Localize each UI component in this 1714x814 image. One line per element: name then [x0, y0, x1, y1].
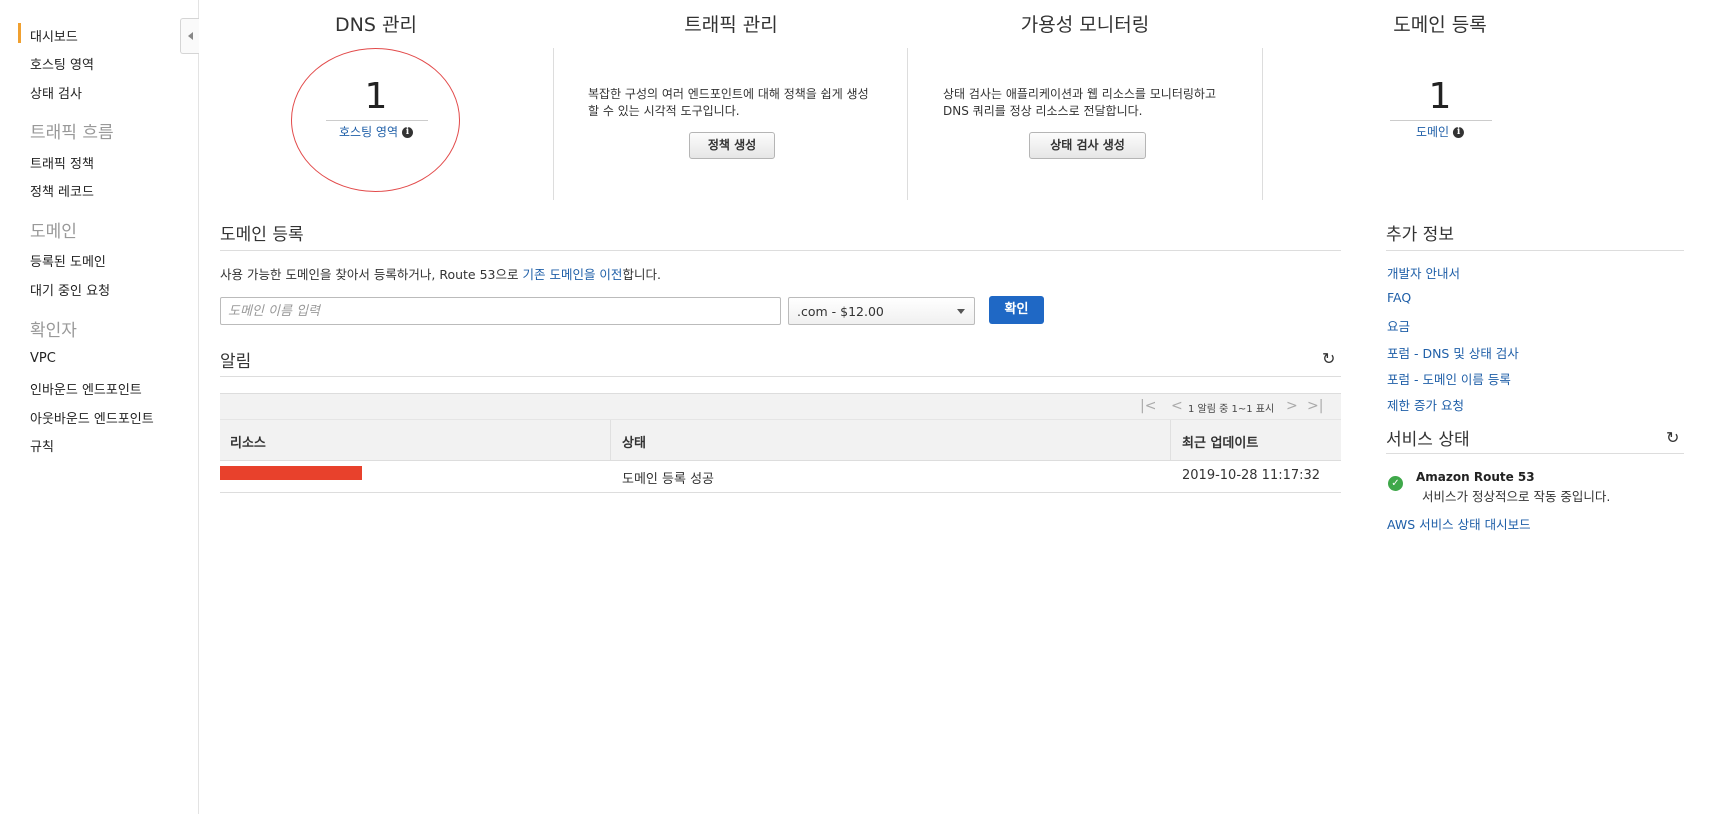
column-divider	[1170, 420, 1171, 460]
developer-guide-link[interactable]: 개발자 안내서	[1387, 263, 1460, 282]
sidebar-item-dashboard[interactable]: 대시보드	[18, 23, 78, 45]
intro-text-end: 합니다.	[622, 267, 661, 282]
table-row: 도메인 등록 성공 2019-10-28 11:17:32	[220, 460, 1341, 493]
domain-registration-intro: 사용 가능한 도메인을 찾아서 등록하거나, Route 53으로 기존 도메인…	[220, 264, 661, 283]
sidebar-item-rules[interactable]: 규칙	[30, 436, 54, 455]
intro-text: 사용 가능한 도메인을 찾아서 등록하거나, Route 53으로	[220, 267, 523, 282]
pager-text: 1 알림 중 1~1 표시	[1188, 404, 1275, 415]
transfer-domain-link[interactable]: 기존 도메인을 이전	[522, 267, 622, 282]
sidebar-item-registered-domains[interactable]: 등록된 도메인	[30, 251, 106, 270]
card-title-dns: DNS 관리	[335, 14, 417, 36]
sidebar-heading-domains: 도메인	[30, 222, 77, 242]
card-title-availability: 가용성 모니터링	[1020, 14, 1150, 36]
pricing-link[interactable]: 요금	[1387, 316, 1410, 335]
next-page-icon[interactable]: >	[1286, 398, 1298, 414]
sidebar-item-traffic-policies[interactable]: 트래픽 정책	[30, 153, 94, 172]
refresh-alerts-icon[interactable]: ↻	[1322, 349, 1335, 368]
column-divider	[610, 420, 611, 460]
section-divider	[1386, 250, 1684, 251]
sidebar-item-hosted-zones[interactable]: 호스팅 영역	[30, 54, 94, 73]
sidebar-item-inbound-endpoints[interactable]: 인바운드 엔드포인트	[30, 379, 142, 398]
alerts-pager: |< < 1 알림 중 1~1 표시 > >|	[220, 393, 1341, 420]
section-divider	[220, 250, 1341, 251]
check-icon: ✓	[1388, 476, 1403, 491]
sidebar-item-health-checks[interactable]: 상태 검사	[30, 83, 82, 102]
prev-page-icon[interactable]: <	[1171, 398, 1183, 414]
sidebar-item-vpc[interactable]: VPC	[30, 351, 56, 366]
first-page-icon[interactable]: |<	[1140, 398, 1156, 414]
section-divider	[1386, 453, 1684, 454]
sidebar-heading-resolver: 확인자	[30, 321, 77, 341]
card-title-traffic: 트래픽 관리	[684, 14, 778, 36]
tld-select[interactable]: .com - $12.00	[788, 297, 975, 325]
sidebar: 대시보드 호스팅 영역 상태 검사 트래픽 흐름 트래픽 정책 정책 레코드 도…	[0, 0, 199, 814]
domains-count: 1	[1428, 76, 1452, 117]
card-divider	[553, 48, 554, 200]
collapse-sidebar-button[interactable]	[180, 18, 199, 54]
forum-dns-link[interactable]: 포럼 - DNS 및 상태 검사	[1387, 343, 1519, 362]
card-divider	[1262, 48, 1263, 200]
alerts-title: 알림	[220, 352, 252, 372]
create-policy-button[interactable]: 정책 생성	[689, 132, 775, 159]
column-header-updated[interactable]: 최근 업데이트	[1182, 432, 1258, 451]
create-health-check-button[interactable]: 상태 검사 생성	[1029, 132, 1146, 159]
service-health-dashboard-link[interactable]: AWS 서비스 상태 대시보드	[1387, 514, 1531, 533]
domain-name-input[interactable]	[220, 297, 781, 325]
health-check-description: 상태 검사는 애플리케이션과 웹 리소스를 모니터링하고 DNS 쿼리를 정상 …	[943, 87, 1216, 118]
info-icon[interactable]: i	[1453, 127, 1465, 138]
card-title-domain: 도메인 등록	[1393, 14, 1487, 36]
column-header-resource[interactable]: 리소스	[230, 432, 266, 451]
sidebar-item-outbound-endpoints[interactable]: 아웃바운드 엔드포인트	[30, 408, 154, 427]
row-updated: 2019-10-28 11:17:32	[1182, 468, 1321, 483]
sidebar-heading-traffic-flow: 트래픽 흐름	[30, 123, 114, 143]
domains-link-label[interactable]: 도메인	[1416, 125, 1449, 139]
section-divider	[220, 376, 1341, 377]
card-divider	[907, 48, 908, 200]
faq-link[interactable]: FAQ	[1387, 290, 1411, 305]
redacted-resource	[220, 466, 362, 480]
traffic-description: 복잡한 구성의 여러 엔드포인트에 대해 정책을 쉽게 생성할 수 있는 시각적…	[588, 87, 869, 118]
confirm-button[interactable]: 확인	[989, 296, 1044, 324]
count-underline	[1390, 120, 1492, 121]
sidebar-item-pending-requests[interactable]: 대기 중인 요청	[30, 280, 110, 299]
service-name: Amazon Route 53	[1416, 470, 1535, 484]
refresh-health-icon[interactable]: ↻	[1666, 428, 1679, 447]
service-health-title: 서비스 상태	[1386, 430, 1470, 450]
last-page-icon[interactable]: >|	[1307, 398, 1323, 414]
domain-registration-title: 도메인 등록	[220, 225, 304, 245]
column-header-status[interactable]: 상태	[622, 432, 646, 451]
highlight-circle	[291, 48, 460, 192]
more-info-title: 추가 정보	[1386, 225, 1454, 245]
forum-domain-link[interactable]: 포럼 - 도메인 이름 등록	[1387, 369, 1511, 388]
domains-link[interactable]: 도메인 i	[1416, 123, 1465, 140]
limit-increase-link[interactable]: 제한 증가 요청	[1387, 395, 1464, 414]
alerts-table-header: 리소스 상태 최근 업데이트	[220, 419, 1341, 461]
sidebar-item-policy-records[interactable]: 정책 레코드	[30, 181, 94, 200]
row-status: 도메인 등록 성공	[622, 472, 714, 487]
service-status: 서비스가 정상적으로 작동 중입니다.	[1422, 489, 1611, 504]
